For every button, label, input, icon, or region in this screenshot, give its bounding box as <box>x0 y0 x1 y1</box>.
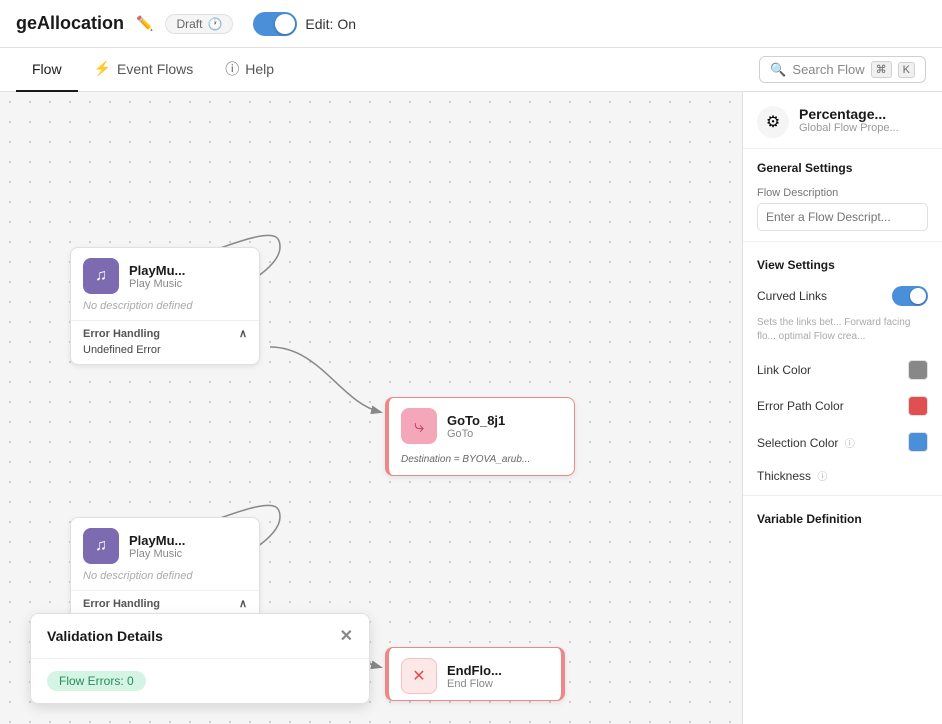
curved-links-row: Curved Links <box>743 278 942 314</box>
node-icon: ♫ <box>83 528 119 564</box>
node-title: PlayMu... <box>129 263 185 278</box>
node-icon: ⤷ <box>401 408 437 444</box>
curved-links-desc: Sets the links bet... Forward facing flo… <box>743 314 942 352</box>
panel-header: ⚙ Percentage... Global Flow Prope... <box>743 92 942 149</box>
main-content: ♫ PlayMu... Play Music No description de… <box>0 92 942 724</box>
page-title: geAllocation <box>16 13 124 34</box>
node-info: PlayMu... Play Music <box>129 263 185 290</box>
node-icon: ✕ <box>401 658 437 694</box>
tab-flow-label: Flow <box>32 61 62 77</box>
draft-label: Draft <box>176 17 202 31</box>
tab-event-flows-label: Event Flows <box>117 61 193 77</box>
section-header: Error Handling ∧ <box>83 327 247 340</box>
node-subtitle: End Flow <box>447 678 502 690</box>
flow-description-field: Flow Description <box>743 181 942 237</box>
tab-help-label: Help <box>245 61 274 77</box>
edit-toggle-container: Edit: On <box>253 12 356 36</box>
info-icon: ⓘ <box>845 439 855 450</box>
goto-description: Destination = BYOVA_arub... <box>389 454 574 475</box>
variable-definition-title: Variable Definition <box>743 500 942 532</box>
panel-subtitle: Global Flow Prope... <box>799 122 899 134</box>
error-path-color-swatch[interactable] <box>908 396 928 416</box>
node-title: EndFlo... <box>447 663 502 678</box>
search-placeholder: Search Flow <box>792 62 864 77</box>
panel-title-info: Percentage... Global Flow Prope... <box>799 106 899 134</box>
tab-event-flows[interactable]: ⚡ Event Flows <box>78 48 210 92</box>
link-color-label: Link Color <box>757 363 811 377</box>
error-path-color-label: Error Path Color <box>757 399 844 413</box>
section-label: Error Handling <box>83 328 160 340</box>
node-header: ♫ PlayMu... Play Music <box>71 518 259 570</box>
flow-errors-badge: Flow Errors: 0 <box>47 671 146 691</box>
play-music-node-1[interactable]: ♫ PlayMu... Play Music No description de… <box>70 247 260 365</box>
info-icon-thickness: ⓘ <box>817 472 827 483</box>
goto-node[interactable]: ⤷ GoTo_8j1 GoTo Destination = BYOVA_arub… <box>385 397 575 476</box>
right-panel: ⚙ Percentage... Global Flow Prope... Gen… <box>742 92 942 724</box>
node-subtitle: Play Music <box>129 548 185 560</box>
node-title: GoTo_8j1 <box>447 413 505 428</box>
nav-tabs: Flow ⚡ Event Flows ⓘ Help 🔍 Search Flow … <box>0 48 942 92</box>
node-subtitle: GoTo <box>447 428 505 440</box>
help-icon: ⓘ <box>225 59 239 79</box>
selection-color-label: Selection Color ⓘ <box>757 435 855 450</box>
clock-icon: 🕐 <box>207 17 222 31</box>
k-key: K <box>898 62 915 78</box>
thickness-label: Thickness ⓘ <box>757 468 827 483</box>
search-icon: 🔍 <box>770 62 786 78</box>
link-color-swatch[interactable] <box>908 360 928 380</box>
divider <box>743 241 942 242</box>
validation-body: Flow Errors: 0 <box>31 659 369 703</box>
node-subtitle: Play Music <box>129 278 185 290</box>
panel-title: Percentage... <box>799 106 899 122</box>
general-settings-title: General Settings <box>743 149 942 181</box>
curved-links-toggle[interactable] <box>892 286 928 306</box>
curved-links-label: Curved Links <box>757 289 827 303</box>
edit-icon[interactable]: ✏️ <box>136 15 153 32</box>
draft-badge: Draft 🕐 <box>165 14 233 34</box>
node-header: ✕ EndFlo... End Flow <box>389 648 561 700</box>
search-box[interactable]: 🔍 Search Flow ⌘ K <box>759 56 926 83</box>
app-header: geAllocation ✏️ Draft 🕐 Edit: On <box>0 0 942 48</box>
edit-toggle[interactable] <box>253 12 297 36</box>
chevron-up-icon: ∧ <box>239 597 247 610</box>
validation-title: Validation Details <box>47 628 163 644</box>
thickness-row: Thickness ⓘ <box>743 460 942 491</box>
flow-canvas[interactable]: ♫ PlayMu... Play Music No description de… <box>0 92 742 724</box>
node-description: No description defined <box>71 570 259 590</box>
tab-flow[interactable]: Flow <box>16 48 78 92</box>
node-header: ⤷ GoTo_8j1 GoTo <box>389 398 574 454</box>
chevron-up-icon: ∧ <box>239 327 247 340</box>
validation-panel: Validation Details ✕ Flow Errors: 0 <box>30 613 370 704</box>
close-icon[interactable]: ✕ <box>340 626 353 646</box>
section-label: Error Handling <box>83 598 160 610</box>
cmd-key: ⌘ <box>871 61 892 78</box>
selection-color-row: Selection Color ⓘ <box>743 424 942 460</box>
flow-description-input[interactable] <box>757 203 928 231</box>
node-info: GoTo_8j1 GoTo <box>447 413 505 440</box>
link-color-row: Link Color <box>743 352 942 388</box>
tab-help[interactable]: ⓘ Help <box>209 48 290 92</box>
node-info: PlayMu... Play Music <box>129 533 185 560</box>
node-icon: ♫ <box>83 258 119 294</box>
node-title: PlayMu... <box>129 533 185 548</box>
lightning-icon: ⚡ <box>94 60 111 77</box>
edit-label: Edit: On <box>305 16 356 32</box>
divider-2 <box>743 495 942 496</box>
flow-description-label: Flow Description <box>757 187 928 199</box>
node-description: No description defined <box>71 300 259 320</box>
node-info: EndFlo... End Flow <box>447 663 502 690</box>
selection-color-swatch[interactable] <box>908 432 928 452</box>
gear-icon: ⚙ <box>757 106 789 138</box>
error-path-color-row: Error Path Color <box>743 388 942 424</box>
node-header: ♫ PlayMu... Play Music <box>71 248 259 300</box>
end-flow-node[interactable]: ✕ EndFlo... End Flow <box>385 647 565 701</box>
section-header: Error Handling ∧ <box>83 597 247 610</box>
validation-header: Validation Details ✕ <box>31 614 369 659</box>
error-handling-section: Error Handling ∧ Undefined Error <box>71 320 259 364</box>
view-settings-title: View Settings <box>743 246 942 278</box>
error-item: Undefined Error <box>83 340 247 358</box>
